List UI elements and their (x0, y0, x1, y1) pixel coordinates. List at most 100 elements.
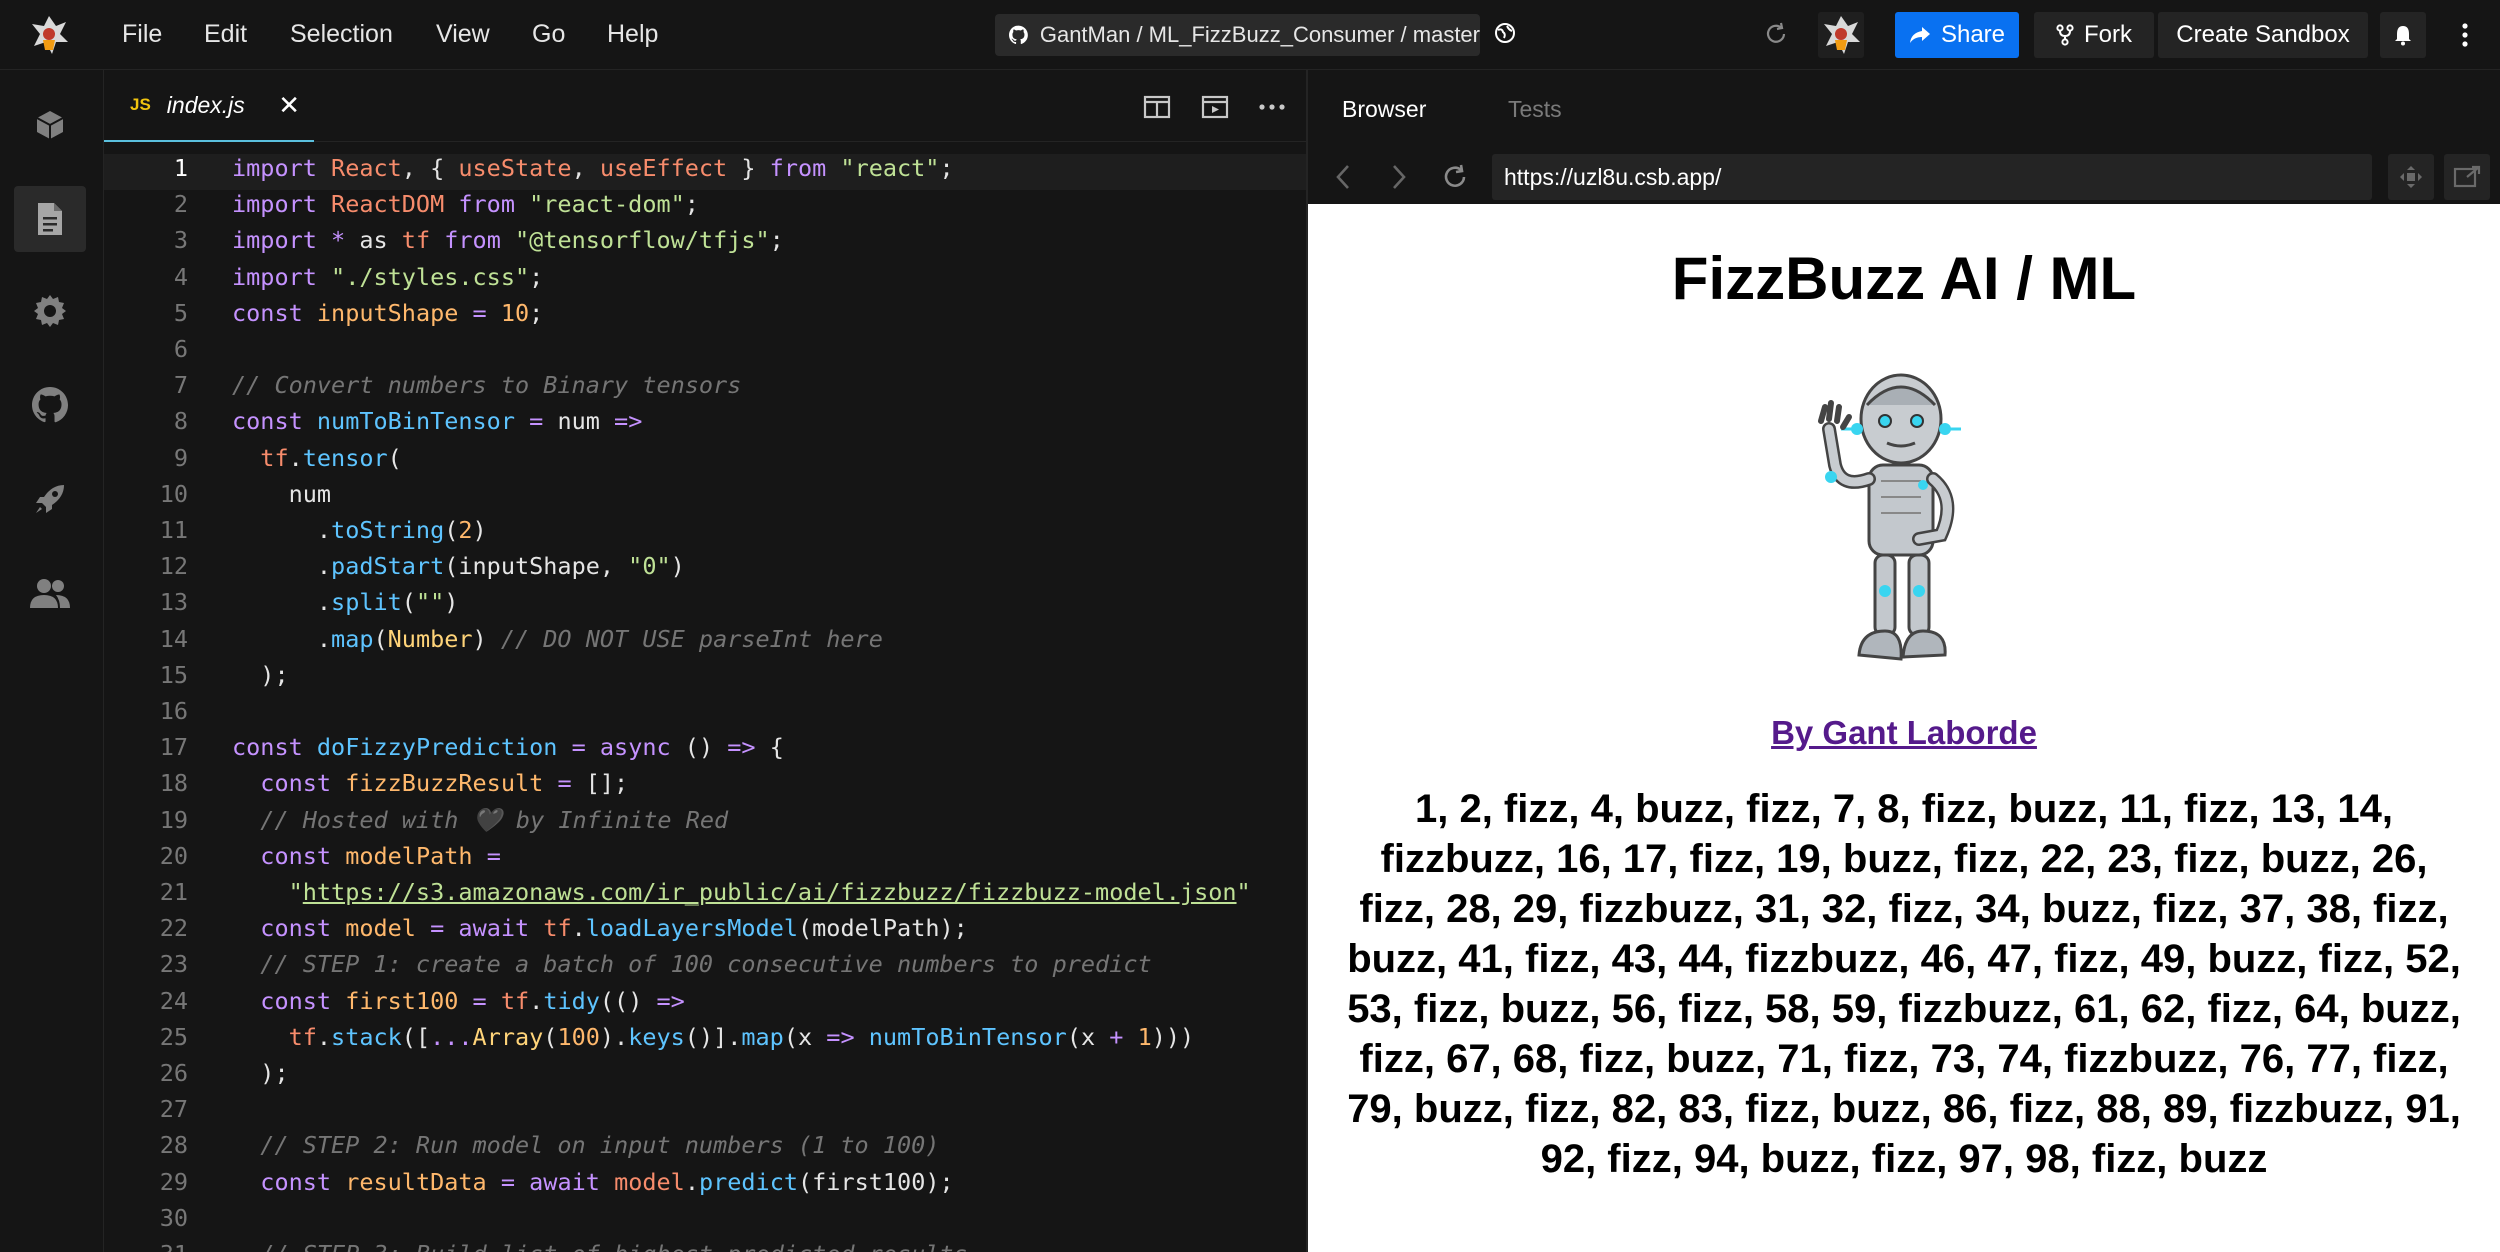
line-number: 7 (173, 371, 188, 400)
code-line[interactable]: 2 import ReactDOM from "react-dom"; (104, 190, 1306, 226)
url-input[interactable] (1504, 163, 2372, 191)
code-line[interactable]: 3 import * as tf from "@tensorflow/tfjs"; (104, 226, 1306, 262)
line-number: 4 (173, 262, 188, 291)
code-line[interactable]: 18 const fizzBuzzResult = []; (104, 769, 1306, 805)
code-line[interactable]: 25 tf.stack([...Array(100).keys()].map(x… (104, 1023, 1306, 1059)
code-line[interactable]: 23 // STEP 1: create a batch of 100 cons… (104, 950, 1306, 986)
notifications-button[interactable] (2380, 12, 2426, 58)
menu-help[interactable]: Help (607, 20, 658, 49)
code-line[interactable]: 13 .split("") (104, 588, 1306, 624)
menu-edit[interactable]: Edit (204, 20, 247, 49)
fork-icon (2056, 24, 2074, 46)
tab-index-js[interactable]: JS index.js ✕ (104, 70, 314, 142)
line-number: 31 (104, 1240, 188, 1252)
code-line[interactable]: 26 ); (104, 1059, 1306, 1095)
page-title: FizzBuzz AI / ML (1671, 245, 2137, 312)
editor-tab-bar: JS index.js ✕ (104, 70, 1306, 142)
more-horizontal-icon[interactable] (1257, 92, 1287, 122)
code-line[interactable]: 9 tf.tensor( (104, 444, 1306, 480)
code-line[interactable]: 12 .padStart(inputShape, "0") (104, 552, 1306, 588)
code-text: num (232, 479, 332, 508)
code-line[interactable]: 15 ); (104, 661, 1306, 697)
code-editor: JS index.js ✕ 1 import React, { useState,… (104, 70, 1306, 1252)
preview-pane: Browser Tests FizzBu (1308, 70, 2500, 1252)
code-line[interactable]: 21 "https://s3.amazonaws.com/ir_public/a… (104, 878, 1306, 914)
cube-icon (36, 111, 64, 139)
refresh-icon[interactable] (1762, 20, 1790, 48)
line-number: 28 (159, 1131, 188, 1160)
tab-tests[interactable]: Tests (1508, 96, 1562, 123)
globe-icon[interactable] (1494, 22, 1516, 44)
code-line[interactable]: 8 const numToBinTensor = num => (104, 407, 1306, 443)
avatar[interactable] (1818, 12, 1864, 58)
code-line[interactable]: 14 .map(Number) // DO NOT USE parseInt h… (104, 625, 1306, 661)
code-line[interactable]: 22 const model = await tf.loadLayersMode… (104, 914, 1306, 950)
code-line[interactable]: 10 num (104, 480, 1306, 516)
line-number: 2 (173, 190, 188, 219)
line-number: 25 (159, 1022, 188, 1051)
activity-live[interactable] (14, 560, 86, 626)
activity-project[interactable] (14, 92, 86, 158)
repo-selector[interactable]: GantMan / ML_FizzBuzz_Consumer / master (995, 14, 1480, 56)
js-file-icon: JS (130, 95, 151, 114)
preview-viewport[interactable]: FizzBuzz AI / ML By Gant Laborde 1, 2, f… (1308, 204, 2500, 1252)
code-text: import ReactDOM from "react-dom"; (232, 190, 699, 219)
menu-view[interactable]: View (436, 20, 490, 49)
code-area[interactable]: 1 import React, { useState, useEffect } f… (104, 142, 1306, 1252)
activity-github[interactable] (14, 372, 86, 438)
menu-selection[interactable]: Selection (290, 20, 393, 49)
code-line[interactable]: 7 // Convert numbers to Binary tensors (104, 371, 1306, 407)
code-line[interactable]: 19 // Hosted with 🖤 by Infinite Red (104, 806, 1306, 842)
share-button[interactable]: Share (1895, 12, 2019, 58)
code-text: ); (232, 1059, 289, 1087)
activity-files[interactable] (14, 186, 86, 252)
author-link[interactable]: By Gant Laborde (1308, 714, 2500, 752)
line-number: 21 (159, 878, 188, 906)
activity-settings[interactable] (14, 278, 86, 344)
fork-button[interactable]: Fork (2034, 12, 2154, 58)
split-editor-icon[interactable] (1142, 92, 1172, 122)
app-logo-icon[interactable] (26, 12, 72, 58)
code-line[interactable]: 16 (104, 697, 1306, 733)
code-line[interactable]: 29 const resultData = await model.predic… (104, 1168, 1306, 1204)
code-line[interactable]: 27 (104, 1095, 1306, 1131)
code-text: const fizzBuzzResult = []; (260, 769, 629, 798)
line-number: 16 (159, 697, 188, 725)
close-icon[interactable]: ✕ (278, 90, 300, 121)
responsive-button[interactable] (2388, 154, 2434, 200)
code-line[interactable]: 1 import React, { useState, useEffect } f… (104, 154, 1306, 190)
more-menu-button[interactable] (2442, 12, 2488, 58)
reload-icon[interactable] (1440, 162, 1470, 192)
code-line[interactable]: 17 const doFizzyPrediction = async () => … (104, 733, 1306, 769)
create-sandbox-button[interactable]: Create Sandbox (2158, 12, 2368, 58)
menu-file[interactable]: File (122, 20, 162, 49)
share-icon (1909, 27, 1930, 43)
line-number: 15 (159, 660, 188, 689)
code-line[interactable]: 4 import "./styles.css"; (104, 263, 1306, 299)
forward-icon[interactable] (1388, 162, 1410, 192)
line-number: 22 (159, 914, 188, 943)
code-line[interactable]: 30 (104, 1204, 1306, 1240)
code-line[interactable]: 31 // STEP 3: Build list of highest pred… (104, 1240, 1306, 1252)
code-line[interactable]: 11 .toString(2) (104, 516, 1306, 552)
line-number: 13 (159, 588, 188, 617)
url-bar[interactable] (1492, 154, 2372, 200)
code-text: .split("") (232, 588, 459, 617)
tab-browser[interactable]: Browser (1342, 96, 1426, 123)
code-line[interactable]: 5 const inputShape = 10; (104, 299, 1306, 335)
code-line[interactable]: 6 (104, 335, 1306, 371)
menu-go[interactable]: Go (532, 20, 565, 49)
code-line[interactable]: 24 const first100 = tf.tidy(() => (104, 987, 1306, 1023)
activity-bar (0, 70, 104, 1252)
code-line[interactable]: 28 // STEP 2: Run model on input numbers… (104, 1131, 1306, 1167)
activity-deploy[interactable] (14, 466, 86, 532)
open-preview-icon[interactable] (1200, 92, 1230, 122)
line-number: 26 (159, 1059, 188, 1087)
code-line[interactable]: 20 const modelPath = (104, 842, 1306, 878)
back-icon[interactable] (1332, 162, 1354, 192)
open-new-window-button[interactable] (2444, 154, 2490, 200)
line-number: 12 (159, 552, 188, 581)
code-text: // STEP 1: create a batch of 100 consecu… (260, 950, 1152, 979)
code-text: // STEP 2: Run model on input numbers (1… (260, 1131, 940, 1160)
code-text: const numToBinTensor = num => (232, 407, 643, 436)
